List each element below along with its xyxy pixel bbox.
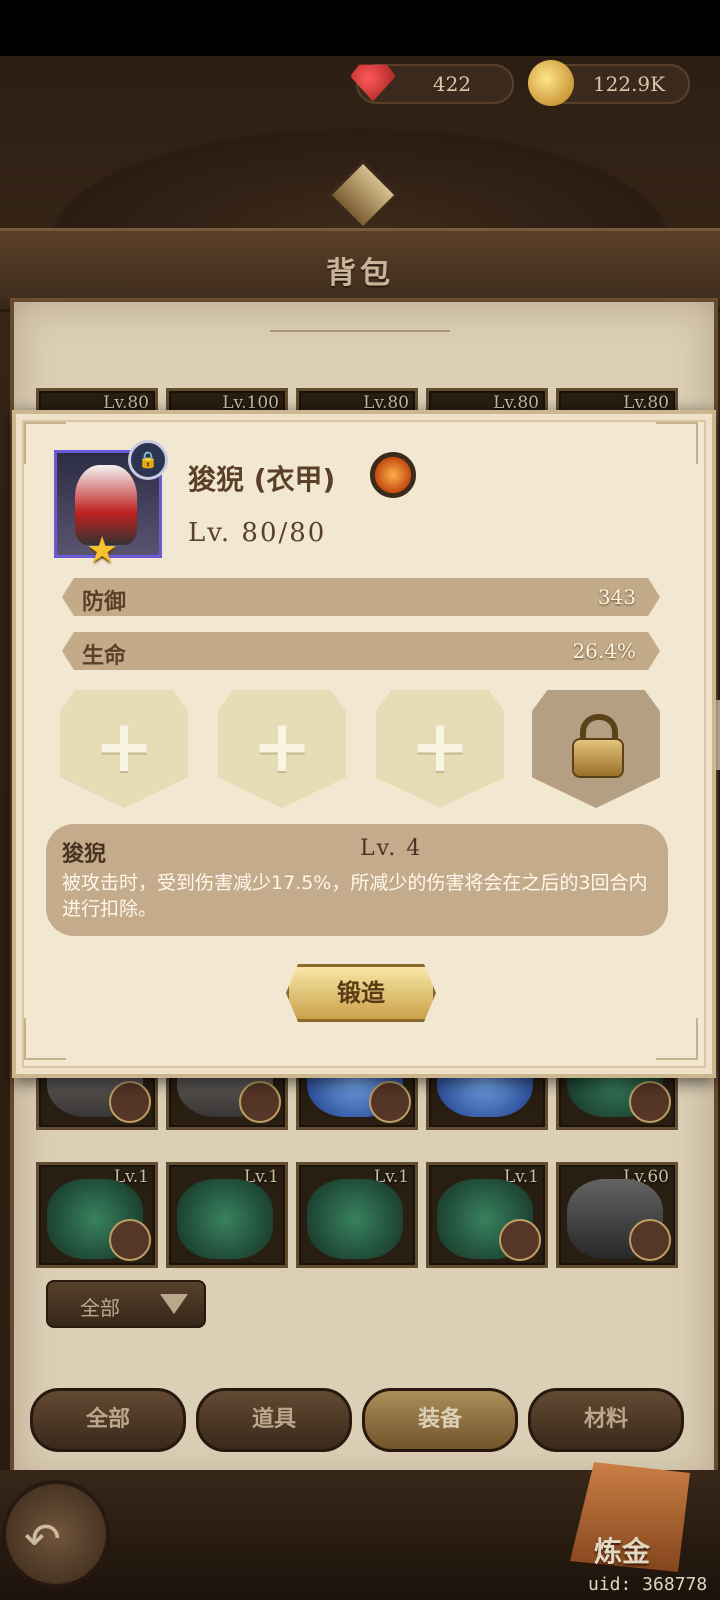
plus-icon: + [409,704,471,788]
stat-row: 生命 26.4% [62,632,660,670]
skill-description: 被攻击时，受到伤害减少17.5%，所减少的伤害将会在之后的3回合内进行扣除。 [62,872,648,920]
padlock-icon [572,714,624,778]
gem-icon [350,64,396,102]
screen: 422 122.9K 背包 Lv.80 Lv.100 Lv.80 Lv.80 L… [0,0,720,1600]
stat-value: 343 [597,585,636,609]
stat-name: 生命 [82,644,127,669]
gold-coin-icon [528,60,574,106]
corner-ornament [656,1018,698,1060]
gold-counter[interactable]: 122.9K [528,60,690,106]
stat-name: 防御 [82,590,127,615]
gem-amount: 422 [432,72,472,96]
corner-ornament [656,422,698,464]
gold-amount: 122.9K [592,72,666,96]
plus-icon: + [251,704,313,788]
stat-row: 防御 343 [62,578,660,616]
fire-element-icon [370,452,416,498]
gem-counter[interactable]: 422 [350,64,514,104]
skill-name: 狻猊 [62,842,107,867]
plus-icon: + [93,704,155,788]
skill-level: Lv. 4 [360,836,423,861]
stat-value: 26.4% [572,639,636,663]
corner-ornament [24,1018,66,1060]
item-name: 狻猊 (衣甲) [188,463,336,496]
padlock-icon[interactable]: 🔒 [128,440,168,480]
forge-button[interactable]: 锻造 [286,964,436,1022]
page-title: 背包 [326,256,394,291]
item-level: Lv. 80/80 [188,518,327,548]
star-icon: ★ [86,530,119,571]
status-bar [0,0,720,56]
